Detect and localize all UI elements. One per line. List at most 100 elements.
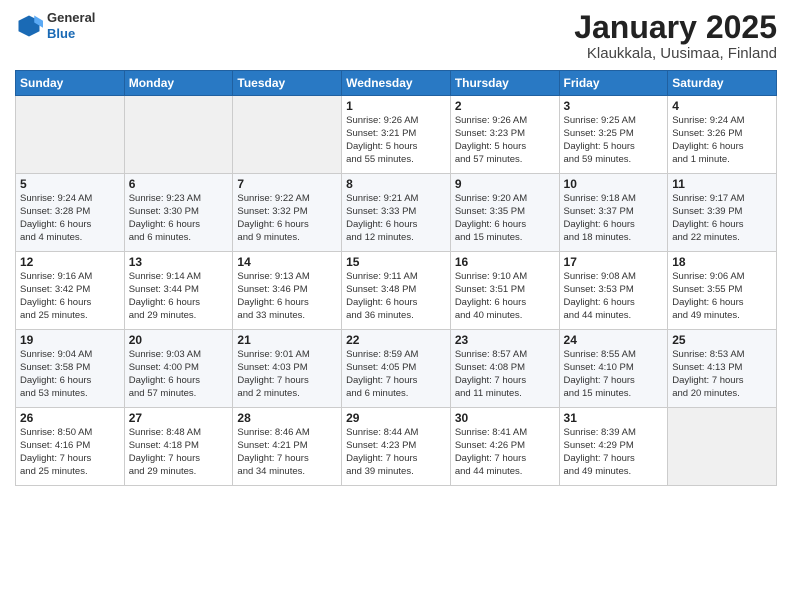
day-number: 6 xyxy=(129,177,229,191)
day-number: 12 xyxy=(20,255,120,269)
calendar-cell: 5 Sunrise: 9:24 AM Sunset: 3:28 PM Daylig… xyxy=(16,174,125,252)
day-info: Sunrise: 9:26 AM Sunset: 3:23 PM Dayligh… xyxy=(455,115,555,166)
day-info: Sunrise: 9:23 AM Sunset: 3:30 PM Dayligh… xyxy=(129,193,229,244)
calendar-cell: 21Sunrise: 9:01 AM Sunset: 4:03 PM Dayli… xyxy=(233,330,342,408)
calendar-cell: 26Sunrise: 8:50 AM Sunset: 4:16 PM Dayli… xyxy=(16,408,125,486)
calendar-week-1: 1Sunrise: 9:26 AM Sunset: 3:21 PM Daylig… xyxy=(16,96,777,174)
logo-icon xyxy=(15,12,43,40)
calendar-cell: 28Sunrise: 8:46 AM Sunset: 4:21 PM Dayli… xyxy=(233,408,342,486)
calendar-cell xyxy=(124,96,233,174)
day-info: Sunrise: 9:25 AM Sunset: 3:25 PM Dayligh… xyxy=(564,115,664,166)
calendar-cell: 4 Sunrise: 9:24 AM Sunset: 3:26 PM Daylig… xyxy=(668,96,777,174)
calendar-cell: 30 Sunrise: 8:41 AM Sunset: 4:26 PM Dayli… xyxy=(450,408,559,486)
day-number: 23 xyxy=(455,333,555,347)
day-info: Sunrise: 8:48 AM Sunset: 4:18 PM Dayligh… xyxy=(129,427,229,478)
day-info: Sunrise: 9:20 AM Sunset: 3:35 PM Dayligh… xyxy=(455,193,555,244)
day-info: Sunrise: 9:24 AM Sunset: 3:28 PM Dayligh… xyxy=(20,193,120,244)
day-number: 20 xyxy=(129,333,229,347)
day-number: 28 xyxy=(237,411,337,425)
day-number: 13 xyxy=(129,255,229,269)
day-info: Sunrise: 8:41 AM Sunset: 4:26 PM Dayligh… xyxy=(455,427,555,478)
weekday-header-tuesday: Tuesday xyxy=(233,71,342,96)
day-info: Sunrise: 9:22 AM Sunset: 3:32 PM Dayligh… xyxy=(237,193,337,244)
calendar-cell: 12Sunrise: 9:16 AM Sunset: 3:42 PM Dayli… xyxy=(16,252,125,330)
calendar-cell: 1Sunrise: 9:26 AM Sunset: 3:21 PM Daylig… xyxy=(342,96,451,174)
calendar-cell xyxy=(668,408,777,486)
logo: General Blue xyxy=(15,10,95,41)
calendar-cell: 22Sunrise: 8:59 AM Sunset: 4:05 PM Dayli… xyxy=(342,330,451,408)
calendar-body: 1Sunrise: 9:26 AM Sunset: 3:21 PM Daylig… xyxy=(16,96,777,486)
title-block: January 2025 Klaukkala, Uusimaa, Finland xyxy=(574,10,777,62)
day-number: 1 xyxy=(346,99,446,113)
day-info: Sunrise: 9:18 AM Sunset: 3:37 PM Dayligh… xyxy=(564,193,664,244)
calendar-week-3: 12Sunrise: 9:16 AM Sunset: 3:42 PM Dayli… xyxy=(16,252,777,330)
calendar-cell: 7 Sunrise: 9:22 AM Sunset: 3:32 PM Daylig… xyxy=(233,174,342,252)
calendar-cell xyxy=(233,96,342,174)
day-number: 9 xyxy=(455,177,555,191)
day-number: 21 xyxy=(237,333,337,347)
day-number: 25 xyxy=(672,333,772,347)
day-number: 11 xyxy=(672,177,772,191)
day-number: 14 xyxy=(237,255,337,269)
weekday-header-thursday: Thursday xyxy=(450,71,559,96)
day-info: Sunrise: 8:50 AM Sunset: 4:16 PM Dayligh… xyxy=(20,427,120,478)
day-info: Sunrise: 9:11 AM Sunset: 3:48 PM Dayligh… xyxy=(346,271,446,322)
calendar-cell: 16Sunrise: 9:10 AM Sunset: 3:51 PM Dayli… xyxy=(450,252,559,330)
weekday-header-row: SundayMondayTuesdayWednesdayThursdayFrid… xyxy=(16,71,777,96)
calendar-cell: 19 Sunrise: 9:04 AM Sunset: 3:58 PM Dayli… xyxy=(16,330,125,408)
logo-general: General xyxy=(47,10,95,25)
page-container: General Blue January 2025 Klaukkala, Uus… xyxy=(0,0,792,496)
calendar-cell: 8Sunrise: 9:21 AM Sunset: 3:33 PM Daylig… xyxy=(342,174,451,252)
logo-text: General Blue xyxy=(47,10,95,41)
calendar-cell: 2Sunrise: 9:26 AM Sunset: 3:23 PM Daylig… xyxy=(450,96,559,174)
day-number: 18 xyxy=(672,255,772,269)
day-number: 30 xyxy=(455,411,555,425)
calendar-cell: 29Sunrise: 8:44 AM Sunset: 4:23 PM Dayli… xyxy=(342,408,451,486)
calendar-cell: 24Sunrise: 8:55 AM Sunset: 4:10 PM Dayli… xyxy=(559,330,668,408)
calendar-cell: 11Sunrise: 9:17 AM Sunset: 3:39 PM Dayli… xyxy=(668,174,777,252)
day-info: Sunrise: 8:44 AM Sunset: 4:23 PM Dayligh… xyxy=(346,427,446,478)
month-title: January 2025 xyxy=(574,10,777,45)
location: Klaukkala, Uusimaa, Finland xyxy=(574,45,777,62)
day-info: Sunrise: 9:10 AM Sunset: 3:51 PM Dayligh… xyxy=(455,271,555,322)
day-number: 19 xyxy=(20,333,120,347)
day-info: Sunrise: 9:04 AM Sunset: 3:58 PM Dayligh… xyxy=(20,349,120,400)
day-number: 5 xyxy=(20,177,120,191)
header: General Blue January 2025 Klaukkala, Uus… xyxy=(15,10,777,62)
calendar-week-5: 26Sunrise: 8:50 AM Sunset: 4:16 PM Dayli… xyxy=(16,408,777,486)
weekday-header-sunday: Sunday xyxy=(16,71,125,96)
day-info: Sunrise: 8:57 AM Sunset: 4:08 PM Dayligh… xyxy=(455,349,555,400)
calendar-week-4: 19 Sunrise: 9:04 AM Sunset: 3:58 PM Dayli… xyxy=(16,330,777,408)
day-info: Sunrise: 8:53 AM Sunset: 4:13 PM Dayligh… xyxy=(672,349,772,400)
calendar-cell: 10 Sunrise: 9:18 AM Sunset: 3:37 PM Dayli… xyxy=(559,174,668,252)
calendar-header: SundayMondayTuesdayWednesdayThursdayFrid… xyxy=(16,71,777,96)
day-info: Sunrise: 9:06 AM Sunset: 3:55 PM Dayligh… xyxy=(672,271,772,322)
weekday-header-friday: Friday xyxy=(559,71,668,96)
day-number: 4 xyxy=(672,99,772,113)
calendar-week-2: 5 Sunrise: 9:24 AM Sunset: 3:28 PM Daylig… xyxy=(16,174,777,252)
calendar-cell: 6 Sunrise: 9:23 AM Sunset: 3:30 PM Daylig… xyxy=(124,174,233,252)
calendar-cell: 25 Sunrise: 8:53 AM Sunset: 4:13 PM Dayli… xyxy=(668,330,777,408)
day-number: 27 xyxy=(129,411,229,425)
day-number: 24 xyxy=(564,333,664,347)
day-info: Sunrise: 9:24 AM Sunset: 3:26 PM Dayligh… xyxy=(672,115,772,166)
calendar-cell: 20 Sunrise: 9:03 AM Sunset: 4:00 PM Dayli… xyxy=(124,330,233,408)
day-info: Sunrise: 8:59 AM Sunset: 4:05 PM Dayligh… xyxy=(346,349,446,400)
day-number: 10 xyxy=(564,177,664,191)
day-number: 15 xyxy=(346,255,446,269)
calendar-cell xyxy=(16,96,125,174)
calendar-cell: 13 Sunrise: 9:14 AM Sunset: 3:44 PM Dayli… xyxy=(124,252,233,330)
calendar-cell: 31Sunrise: 8:39 AM Sunset: 4:29 PM Dayli… xyxy=(559,408,668,486)
day-info: Sunrise: 9:03 AM Sunset: 4:00 PM Dayligh… xyxy=(129,349,229,400)
calendar-cell: 23 Sunrise: 8:57 AM Sunset: 4:08 PM Dayli… xyxy=(450,330,559,408)
day-number: 3 xyxy=(564,99,664,113)
calendar-cell: 27 Sunrise: 8:48 AM Sunset: 4:18 PM Dayli… xyxy=(124,408,233,486)
calendar-cell: 17Sunrise: 9:08 AM Sunset: 3:53 PM Dayli… xyxy=(559,252,668,330)
day-info: Sunrise: 9:14 AM Sunset: 3:44 PM Dayligh… xyxy=(129,271,229,322)
calendar-table: SundayMondayTuesdayWednesdayThursdayFrid… xyxy=(15,70,777,486)
calendar-cell: 18 Sunrise: 9:06 AM Sunset: 3:55 PM Dayli… xyxy=(668,252,777,330)
day-info: Sunrise: 9:21 AM Sunset: 3:33 PM Dayligh… xyxy=(346,193,446,244)
day-info: Sunrise: 9:13 AM Sunset: 3:46 PM Dayligh… xyxy=(237,271,337,322)
calendar-cell: 9 Sunrise: 9:20 AM Sunset: 3:35 PM Daylig… xyxy=(450,174,559,252)
day-number: 7 xyxy=(237,177,337,191)
